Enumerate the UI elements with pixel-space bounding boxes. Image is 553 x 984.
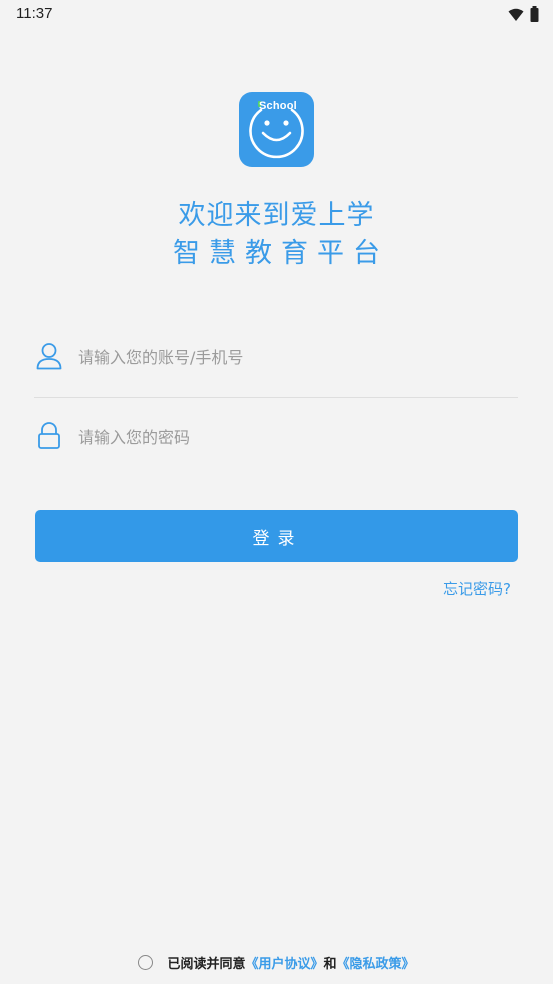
- agree-radio[interactable]: [138, 955, 154, 970]
- account-input[interactable]: [78, 342, 498, 372]
- agreement-conjunction: 和: [323, 957, 337, 972]
- lock-icon: [36, 422, 62, 454]
- agreement-prefix: 已阅读并同意: [167, 957, 246, 972]
- user-agreement-link[interactable]: 《用户协议》: [245, 953, 323, 972]
- login-button[interactable]: 登录: [35, 510, 518, 562]
- forgot-password-link[interactable]: 忘记密码?: [443, 578, 511, 599]
- status-icons: [508, 6, 539, 26]
- wifi-icon: [508, 7, 524, 26]
- battery-icon: [530, 6, 539, 26]
- privacy-policy-link[interactable]: 《隐私政策》: [337, 953, 415, 972]
- agreement-row: 已阅读并同意 《用户协议》 和 《隐私政策》: [0, 953, 553, 972]
- status-time: 11:37: [16, 5, 53, 22]
- platform-subtitle: 智慧教育平台: [173, 238, 389, 269]
- app-logo: School: [239, 92, 314, 167]
- password-field: [34, 408, 518, 468]
- welcome-title: 欢迎来到爱上学: [178, 200, 375, 231]
- status-bar: 11:37: [0, 0, 553, 30]
- password-input[interactable]: [78, 422, 498, 452]
- account-field: [34, 328, 518, 398]
- logo-text: School: [259, 100, 297, 112]
- user-icon: [36, 342, 62, 374]
